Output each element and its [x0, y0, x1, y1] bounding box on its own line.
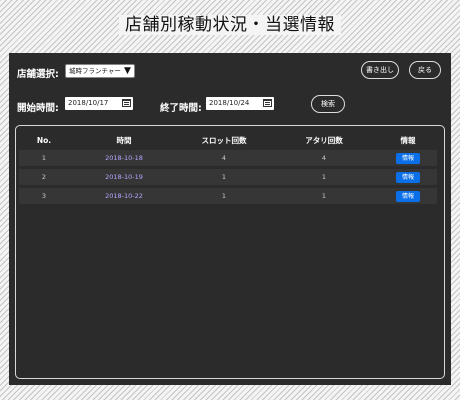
start-date-input[interactable]: 2018/10/17 [65, 97, 133, 110]
column-header-slot-count: スロット回数 [201, 135, 247, 145]
cell-date: 2018-10-19 [69, 169, 179, 185]
table-row: 1 2018-10-18 4 4 情報 [19, 150, 437, 166]
cell-date: 2018-10-18 [69, 150, 179, 166]
back-button[interactable]: 戻る [409, 61, 441, 79]
cell-no: 2 [19, 169, 69, 185]
store-select-label: 店舗選択: [17, 69, 59, 80]
column-header-hit-count: アタリ回数 [305, 135, 343, 145]
end-time-label: 終了時間: [160, 103, 202, 114]
end-date-value: 2018/10/24 [209, 99, 250, 107]
search-button[interactable]: 検索 [311, 95, 345, 113]
results-table-container: No. 時間 スロット回数 アタリ回数 情報 1 2018-10-18 4 4 … [15, 125, 445, 379]
store-select-value: 城時フランチャー [69, 67, 121, 75]
start-date-value: 2018/10/17 [68, 99, 109, 107]
table-row: 3 2018-10-22 1 1 情報 [19, 188, 437, 204]
calendar-icon[interactable] [122, 99, 131, 107]
cell-info: 情報 [379, 188, 437, 204]
calendar-icon[interactable] [263, 99, 272, 107]
info-button[interactable]: 情報 [396, 152, 420, 164]
back-button-label: 戻る [418, 66, 432, 74]
store-select[interactable]: 城時フランチャー ▼ [65, 64, 135, 78]
column-header-no: No. [36, 135, 52, 145]
search-button-label: 検索 [321, 100, 335, 108]
cell-hit-count: 1 [269, 169, 379, 185]
results-table: No. 時間 スロット回数 アタリ回数 情報 1 2018-10-18 4 4 … [19, 130, 437, 207]
cell-info: 情報 [379, 150, 437, 166]
info-button[interactable]: 情報 [396, 171, 420, 183]
end-date-input[interactable]: 2018/10/24 [206, 97, 274, 110]
info-button[interactable]: 情報 [396, 190, 420, 202]
page-title-text: 店舗別稼動状況・当選情報 [119, 15, 341, 35]
cell-date: 2018-10-22 [69, 188, 179, 204]
export-button-label: 書き出し [366, 66, 394, 74]
table-row: 2 2018-10-19 1 1 情報 [19, 169, 437, 185]
cell-slot-count: 1 [179, 188, 269, 204]
cell-slot-count: 1 [179, 169, 269, 185]
table-header-row: No. 時間 スロット回数 アタリ回数 情報 [19, 133, 437, 147]
cell-info: 情報 [379, 169, 437, 185]
page-title: 店舗別稼動状況・当選情報 [0, 10, 460, 35]
column-header-info: 情報 [400, 135, 416, 145]
column-header-time: 時間 [116, 135, 132, 145]
cell-hit-count: 4 [269, 150, 379, 166]
export-button[interactable]: 書き出し [361, 61, 399, 79]
main-panel: 店舗選択: 城時フランチャー ▼ 書き出し 戻る 開始時間: 2018/10/1… [9, 53, 451, 385]
cell-no: 3 [19, 188, 69, 204]
cell-slot-count: 4 [179, 150, 269, 166]
cell-no: 1 [19, 150, 69, 166]
start-time-label: 開始時間: [17, 103, 59, 114]
chevron-down-icon: ▼ [122, 66, 133, 76]
cell-hit-count: 1 [269, 188, 379, 204]
